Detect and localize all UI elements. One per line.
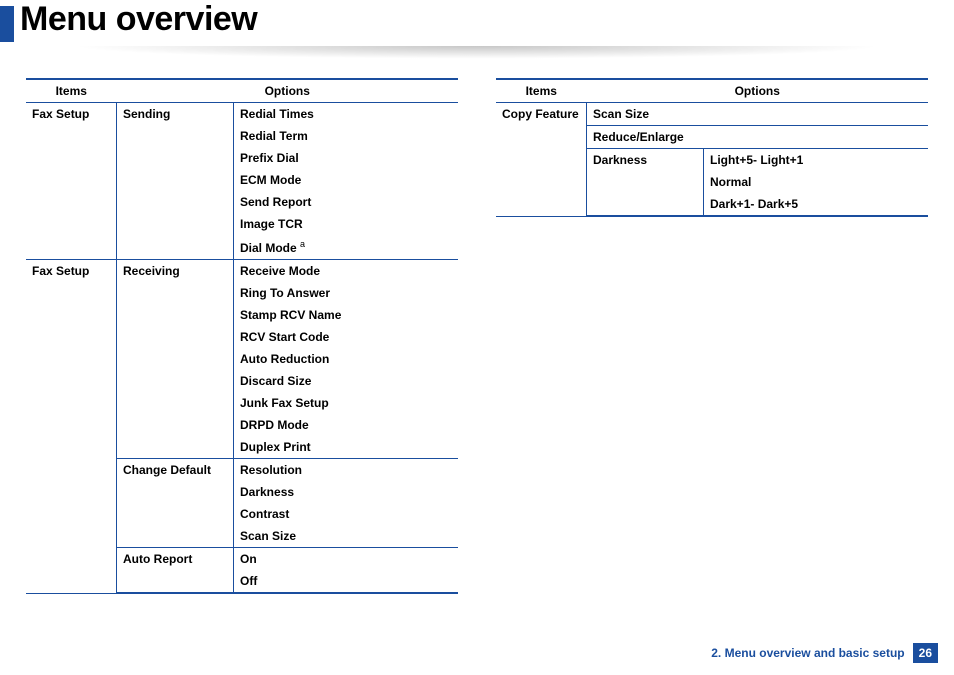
right-column: Items Options Copy FeatureScan SizeReduc…: [496, 78, 928, 217]
page-footer: 2. Menu overview and basic setup 26: [711, 643, 938, 663]
option-line: Redial Times: [240, 107, 452, 125]
option-line: ECM Mode: [240, 169, 452, 191]
sub-cell: Auto Report: [117, 548, 234, 594]
sub-cell: Darkness: [587, 149, 704, 217]
page-number-badge: 26: [913, 643, 938, 663]
title-accent: [0, 6, 14, 42]
page-title-bar: Menu overview: [0, 0, 954, 48]
option-line: Resolution: [240, 463, 452, 481]
left-menu-table: Items Options Fax SetupSendingRedial Tim…: [26, 78, 458, 594]
options-cell: Receive ModeRing To AnswerStamp RCV Name…: [234, 260, 459, 459]
option-line: Prefix Dial: [240, 147, 452, 169]
option-line: Dial Mode a: [240, 235, 452, 255]
option-line: Send Report: [240, 191, 452, 213]
footnote-mark: a: [300, 239, 305, 249]
right-menu-table: Items Options Copy FeatureScan SizeReduc…: [496, 78, 928, 217]
options-cell: OnOff: [234, 548, 459, 594]
sub-cell: Sending: [117, 103, 234, 260]
option-line: Discard Size: [240, 370, 452, 392]
option-line: Junk Fax Setup: [240, 392, 452, 414]
sub-cell: Change Default: [117, 459, 234, 548]
option-line: DRPD Mode: [240, 414, 452, 436]
footer-chapter: 2. Menu overview and basic setup: [711, 646, 904, 660]
header-options: Options: [117, 79, 459, 103]
header-options: Options: [587, 79, 929, 103]
items-cell: Fax Setup: [26, 103, 117, 260]
items-cell: Copy Feature: [496, 103, 587, 217]
option-line: Contrast: [240, 503, 452, 525]
sub-cell: Scan Size: [587, 103, 929, 126]
header-items: Items: [496, 79, 587, 103]
option-line: Dark+1- Dark+5: [710, 193, 922, 211]
page-title: Menu overview: [20, 0, 257, 39]
option-line: Light+5- Light+1: [710, 153, 922, 171]
options-cell: Light+5- Light+1NormalDark+1- Dark+5: [704, 149, 929, 217]
option-line: Stamp RCV Name: [240, 304, 452, 326]
option-line: RCV Start Code: [240, 326, 452, 348]
option-line: On: [240, 552, 452, 570]
option-line: Ring To Answer: [240, 282, 452, 304]
header-items: Items: [26, 79, 117, 103]
left-column: Items Options Fax SetupSendingRedial Tim…: [26, 78, 458, 594]
options-cell: Redial TimesRedial TermPrefix DialECM Mo…: [234, 103, 459, 260]
option-line: Normal: [710, 171, 922, 193]
sub-cell: Receiving: [117, 260, 234, 459]
sub-cell: Reduce/Enlarge: [587, 126, 929, 149]
option-line: Auto Reduction: [240, 348, 452, 370]
option-line: Redial Term: [240, 125, 452, 147]
option-line: Image TCR: [240, 213, 452, 235]
option-line: Scan Size: [240, 525, 452, 543]
items-cell: Fax Setup: [26, 260, 117, 594]
content-columns: Items Options Fax SetupSendingRedial Tim…: [0, 48, 954, 594]
option-line: Duplex Print: [240, 436, 452, 454]
options-cell: ResolutionDarknessContrastScan Size: [234, 459, 459, 548]
option-line: Darkness: [240, 481, 452, 503]
option-line: Receive Mode: [240, 264, 452, 282]
option-line: Off: [240, 570, 452, 588]
